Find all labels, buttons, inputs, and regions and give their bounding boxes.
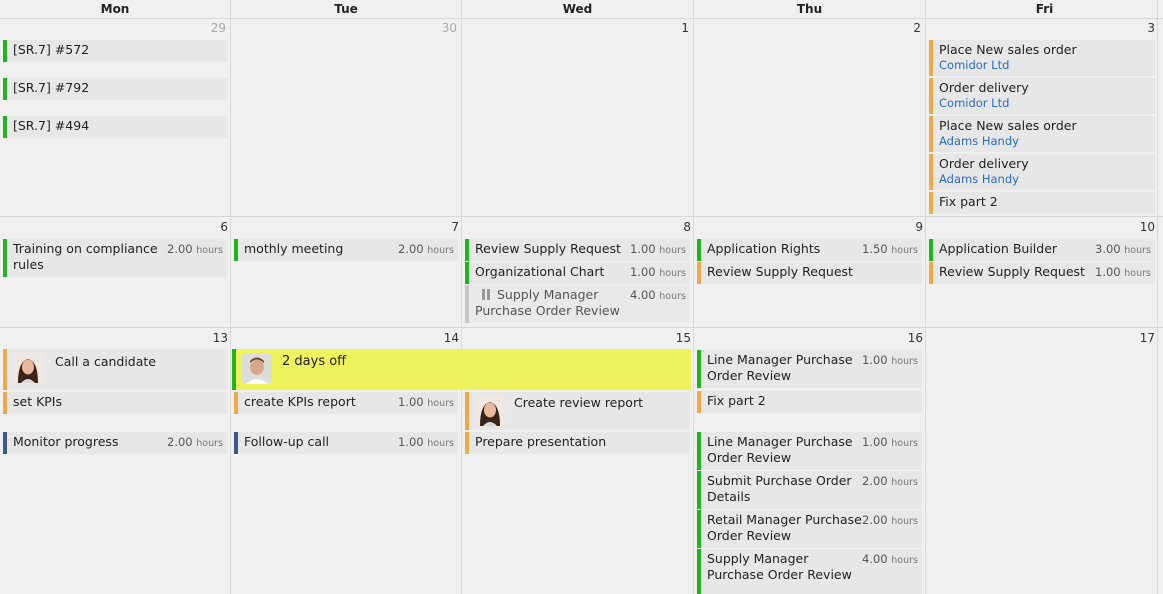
day-number[interactable]: 16 [893, 331, 923, 345]
event-hours: 1.00 hours [1095, 265, 1151, 279]
calendar-event-paused[interactable]: Supply Manager Purchase Order Review 4.0… [465, 285, 690, 323]
event-hours: 2.00 hours [398, 242, 454, 256]
event-title: Place New sales order [939, 42, 1077, 57]
event-hours: 2.00 hours [862, 513, 918, 527]
calendar-event[interactable]: set KPIs [3, 392, 227, 414]
avatar [242, 354, 272, 384]
calendar-event[interactable]: Fix part 2 [697, 391, 922, 413]
calendar-event[interactable]: Application Builder 3.00 hours [929, 239, 1155, 261]
event-title: Supply Manager Purchase Order Review [475, 287, 620, 318]
avatar [475, 396, 505, 426]
calendar-event[interactable]: Monitor progress 2.00 hours [3, 432, 227, 454]
weekday-thu: Thu [796, 2, 823, 16]
calendar-event[interactable]: Supply Manager Purchase Order Review 4.0… [697, 549, 922, 594]
event-title: 2 days off [282, 354, 347, 369]
calendar-event[interactable]: Order delivery Adams Handy [929, 154, 1155, 190]
event-title: Order delivery [939, 80, 1029, 95]
event-title: set KPIs [13, 394, 63, 409]
calendar-event[interactable]: Application Rights 1.50 hours [697, 239, 922, 261]
calendar-event[interactable]: Follow-up call 1.00 hours [234, 432, 458, 454]
calendar-event[interactable]: Retail Manager Purchase Order Review 2.0… [697, 510, 922, 548]
calendar-event[interactable]: Organizational Chart 1.00 hours [465, 262, 690, 284]
calendar-event[interactable]: create KPIs report 1.00 hours [234, 392, 458, 414]
calendar-event[interactable]: Review Supply Request 1.00 hours [465, 239, 690, 261]
month-calendar: Mon Tue Wed Thu Fri 29 30 1 2 3 6 7 8 9 … [0, 0, 1163, 594]
event-hours: 1.00 hours [862, 353, 918, 367]
event-hours: 4.00 hours [630, 288, 686, 302]
calendar-event[interactable]: Place New sales order Adams Handy [929, 116, 1155, 152]
weekday-tue: Tue [334, 2, 358, 16]
event-title: Create review report [514, 395, 643, 410]
calendar-event[interactable]: Place New sales order Comidor Ltd [929, 40, 1155, 76]
event-title: Order delivery [939, 156, 1029, 171]
calendar-event[interactable]: mothly meeting 2.00 hours [234, 239, 458, 261]
pause-icon [481, 289, 491, 300]
day-number[interactable]: 9 [893, 220, 923, 234]
event-title: Review Supply Request [707, 264, 853, 279]
event-title: Place New sales order [939, 118, 1077, 133]
weekday-wed: Wed [562, 2, 593, 16]
calendar-event[interactable]: Review Supply Request 1.00 hours [929, 262, 1155, 284]
day-off-event[interactable]: 2 days off [232, 349, 691, 390]
day-number[interactable]: 7 [429, 220, 459, 234]
calendar-event[interactable]: Line Manager Purchase Order Review 1.00 … [697, 432, 922, 470]
day-number[interactable]: 30 [427, 21, 457, 35]
calendar-event[interactable]: [SR.7] #572 [3, 40, 227, 62]
event-hours: 4.00 hours [862, 552, 918, 566]
calendar-event[interactable]: Review Supply Request [697, 262, 922, 284]
event-title: Line Manager Purchase Order Review [707, 352, 853, 383]
event-customer-link[interactable]: Adams Handy [939, 172, 1151, 186]
event-hours: 1.00 hours [630, 242, 686, 256]
weekday-header: Mon Tue Wed Thu Fri [0, 0, 1163, 19]
calendar-event[interactable]: Call a candidate [3, 349, 227, 390]
weekday-fri: Fri [1035, 2, 1054, 16]
event-hours: 2.00 hours [167, 435, 223, 449]
event-hours: 1.00 hours [630, 265, 686, 279]
event-hours: 2.00 hours [862, 474, 918, 488]
calendar-event[interactable]: [SR.7] #792 [3, 78, 227, 100]
event-hours: 1.00 hours [398, 435, 454, 449]
event-title: Fix part 2 [707, 393, 766, 408]
day-number[interactable]: 10 [1125, 220, 1155, 234]
event-title: Line Manager Purchase Order Review [707, 434, 853, 465]
day-number[interactable]: 13 [198, 331, 228, 345]
weekday-mon: Mon [100, 2, 130, 16]
calendar-event[interactable]: Training on compliance rules 2.00 hours [3, 239, 227, 277]
day-number[interactable]: 8 [661, 220, 691, 234]
event-title: Retail Manager Purchase Order Review [707, 512, 862, 543]
event-customer-link[interactable]: Comidor Ltd [939, 96, 1151, 110]
event-title: Prepare presentation [475, 434, 607, 449]
day-number[interactable]: 3 [1125, 21, 1155, 35]
event-hours: 3.00 hours [1095, 242, 1151, 256]
event-title: Call a candidate [55, 354, 156, 369]
calendar-event[interactable]: Submit Purchase Order Details 2.00 hours [697, 471, 922, 509]
event-title: Supply Manager Purchase Order Review [707, 551, 852, 582]
day-number[interactable]: 1 [659, 21, 689, 35]
event-hours: 1.00 hours [398, 395, 454, 409]
calendar-event[interactable]: Line Manager Purchase Order Review 1.00 … [697, 350, 922, 388]
calendar-event[interactable]: Fix part 2 [929, 192, 1155, 214]
calendar-event[interactable]: Create review report [465, 392, 690, 430]
event-customer-link[interactable]: Comidor Ltd [939, 58, 1151, 72]
event-title: Submit Purchase Order Details [707, 473, 852, 504]
day-number[interactable]: 2 [891, 21, 921, 35]
day-number[interactable]: 17 [1125, 331, 1155, 345]
calendar-event[interactable]: Order delivery Comidor Ltd [929, 78, 1155, 114]
avatar [13, 353, 43, 383]
event-customer-link[interactable]: Adams Handy [939, 134, 1151, 148]
day-number[interactable]: 6 [198, 220, 228, 234]
day-number[interactable]: 15 [661, 331, 691, 345]
calendar-event[interactable]: [SR.7] #494 [3, 116, 227, 138]
event-title: Fix part 2 [939, 194, 998, 209]
event-hours: 2.00 hours [167, 242, 223, 256]
day-number[interactable]: 14 [429, 331, 459, 345]
calendar-event[interactable]: Prepare presentation [465, 432, 690, 454]
event-title: [SR.7] #792 [13, 80, 90, 95]
event-hours: 1.00 hours [862, 435, 918, 449]
event-title: [SR.7] #572 [13, 42, 90, 57]
event-title: [SR.7] #494 [13, 118, 90, 133]
day-number[interactable]: 29 [196, 21, 226, 35]
event-title: Training on compliance rules [13, 241, 158, 272]
event-hours: 1.50 hours [862, 242, 918, 256]
